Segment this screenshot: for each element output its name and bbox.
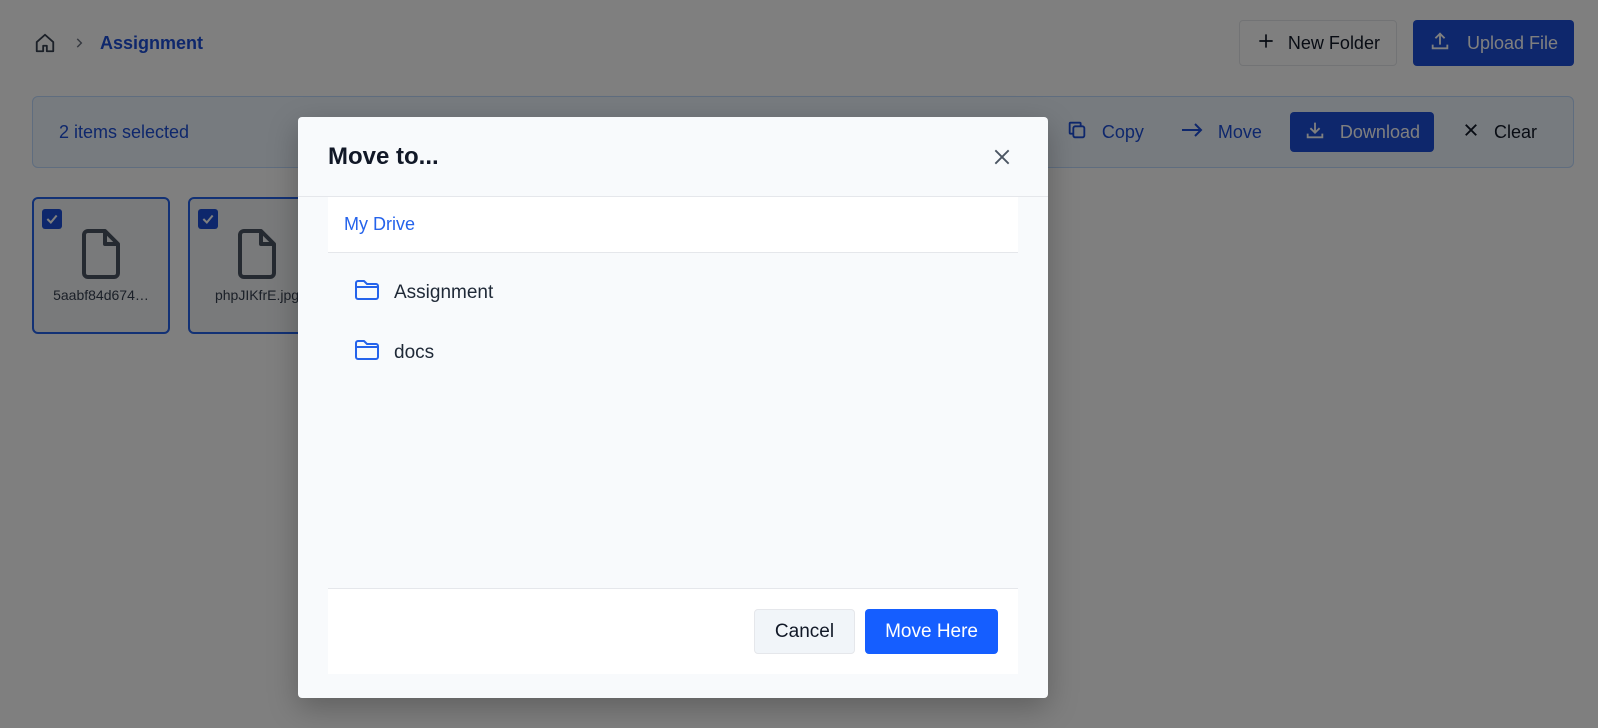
folder-icon [354,279,380,307]
file-manager-page: Assignment New Folder Upload File 2 item… [0,0,1598,728]
dialog-title: Move to... [328,142,439,170]
folder-name: Assignment [394,282,494,303]
folder-list: Assignment docs [328,253,1018,588]
folder-icon [354,339,380,367]
move-here-button[interactable]: Move Here [865,609,998,654]
folder-item-assignment[interactable]: Assignment [328,263,1018,323]
dialog-footer: Cancel Move Here [328,588,1018,674]
folder-name: docs [394,342,435,363]
dialog-breadcrumb: My Drive [328,197,1018,253]
cancel-button[interactable]: Cancel [753,609,856,654]
move-to-dialog: Move to... My Drive Assignment docs Canc… [298,117,1048,698]
folder-item-docs[interactable]: docs [328,323,1018,383]
dialog-breadcrumb-root[interactable]: My Drive [344,214,415,235]
dialog-header: Move to... [298,117,1048,197]
close-icon[interactable] [986,141,1018,173]
